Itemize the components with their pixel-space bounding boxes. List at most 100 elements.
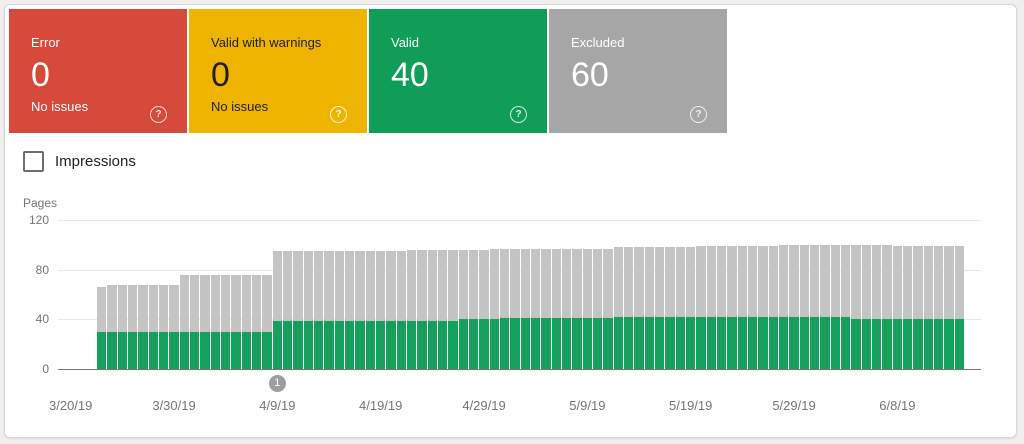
valid-segment — [562, 318, 571, 369]
chart-bar[interactable] — [428, 250, 437, 369]
chart-bar[interactable] — [810, 245, 819, 369]
excluded-segment — [221, 275, 230, 332]
chart-bar[interactable] — [655, 247, 664, 369]
chart-bar[interactable] — [841, 245, 850, 369]
chart-bar[interactable] — [934, 246, 943, 369]
chart-bar[interactable] — [583, 249, 592, 369]
chart-bar[interactable] — [562, 249, 571, 369]
chart-bar[interactable] — [603, 249, 612, 369]
chart-bar[interactable] — [314, 251, 323, 369]
chart-bar[interactable] — [97, 287, 106, 369]
excluded-segment — [283, 251, 292, 321]
chart-bar[interactable] — [118, 285, 127, 369]
chart-bar[interactable] — [324, 251, 333, 369]
chart-bar[interactable] — [376, 251, 385, 369]
chart-bar[interactable] — [283, 251, 292, 369]
chart-bar[interactable] — [903, 246, 912, 369]
chart-bar[interactable] — [252, 275, 261, 369]
chart-bar[interactable] — [645, 247, 654, 369]
excluded-segment — [862, 245, 871, 320]
chart-bar[interactable] — [417, 250, 426, 369]
chart-bar[interactable] — [851, 245, 860, 369]
chart-bar[interactable] — [593, 249, 602, 369]
chart-bar[interactable] — [469, 250, 478, 369]
chart-bar[interactable] — [138, 285, 147, 369]
issue-marker[interactable]: 1 — [269, 375, 286, 392]
chart-bar[interactable] — [769, 246, 778, 369]
chart-bar[interactable] — [893, 246, 902, 369]
chart-bar[interactable] — [159, 285, 168, 369]
valid-segment — [748, 317, 757, 369]
chart-bar[interactable] — [738, 246, 747, 369]
chart-bar[interactable] — [624, 247, 633, 369]
chart-bar[interactable] — [831, 245, 840, 369]
excluded-segment — [407, 250, 416, 321]
chart-bar[interactable] — [438, 250, 447, 369]
chart-bar[interactable] — [221, 275, 230, 369]
chart-bar[interactable] — [820, 245, 829, 369]
chart-bar[interactable] — [448, 250, 457, 369]
chart-bar[interactable] — [572, 249, 581, 369]
chart-bar[interactable] — [200, 275, 209, 369]
chart-bar[interactable] — [128, 285, 137, 369]
chart-bar[interactable] — [882, 245, 891, 369]
chart-bar[interactable] — [242, 275, 251, 369]
chart-bar[interactable] — [552, 249, 561, 369]
chart-bar[interactable] — [707, 246, 716, 369]
chart-bar[interactable] — [665, 247, 674, 369]
chart-bar[interactable] — [304, 251, 313, 369]
chart-bar[interactable] — [407, 250, 416, 369]
chart-bar[interactable] — [293, 251, 302, 369]
chart-bar[interactable] — [779, 245, 788, 369]
chart-bar[interactable] — [531, 249, 540, 369]
chart-bar[interactable] — [386, 251, 395, 369]
chart-bar[interactable] — [872, 245, 881, 369]
chart-bar[interactable] — [758, 246, 767, 369]
chart-bar[interactable] — [211, 275, 220, 369]
chart-bar[interactable] — [180, 275, 189, 369]
chart-bar[interactable] — [521, 249, 530, 369]
valid-segment — [345, 321, 354, 369]
chart-bar[interactable] — [676, 247, 685, 369]
excluded-segment — [314, 251, 323, 321]
chart-bar[interactable] — [634, 247, 643, 369]
valid-segment — [180, 332, 189, 369]
chart-bar[interactable] — [273, 251, 282, 369]
chart-bar[interactable] — [345, 251, 354, 369]
excluded-segment — [159, 285, 168, 332]
chart-bar[interactable] — [924, 246, 933, 369]
chart-bar[interactable] — [955, 246, 964, 369]
chart-bar[interactable] — [717, 246, 726, 369]
chart-bar[interactable] — [800, 245, 809, 369]
excluded-segment — [655, 247, 664, 317]
chart-bar[interactable] — [490, 249, 499, 369]
chart-bar[interactable] — [789, 245, 798, 369]
chart-bar[interactable] — [262, 275, 271, 369]
chart-bar[interactable] — [335, 251, 344, 369]
chart-bar[interactable] — [190, 275, 199, 369]
excluded-segment — [686, 247, 695, 317]
chart-bar[interactable] — [748, 246, 757, 369]
valid-segment — [944, 319, 953, 369]
chart-bar[interactable] — [500, 249, 509, 369]
chart-bar[interactable] — [541, 249, 550, 369]
valid-segment — [262, 332, 271, 369]
chart-bar[interactable] — [727, 246, 736, 369]
chart-bar[interactable] — [510, 249, 519, 369]
chart-bar[interactable] — [355, 251, 364, 369]
chart-bar[interactable] — [231, 275, 240, 369]
chart-bar[interactable] — [862, 245, 871, 369]
chart-bar[interactable] — [459, 250, 468, 369]
chart-bar[interactable] — [614, 247, 623, 369]
chart-bar[interactable] — [107, 285, 116, 369]
valid-segment — [872, 319, 881, 369]
chart-bar[interactable] — [944, 246, 953, 369]
chart-bar[interactable] — [913, 246, 922, 369]
chart-bar[interactable] — [686, 247, 695, 369]
chart-bar[interactable] — [169, 285, 178, 369]
chart-bar[interactable] — [696, 246, 705, 369]
chart-bar[interactable] — [149, 285, 158, 369]
chart-bar[interactable] — [397, 251, 406, 369]
chart-bar[interactable] — [479, 250, 488, 369]
chart-bar[interactable] — [366, 251, 375, 369]
